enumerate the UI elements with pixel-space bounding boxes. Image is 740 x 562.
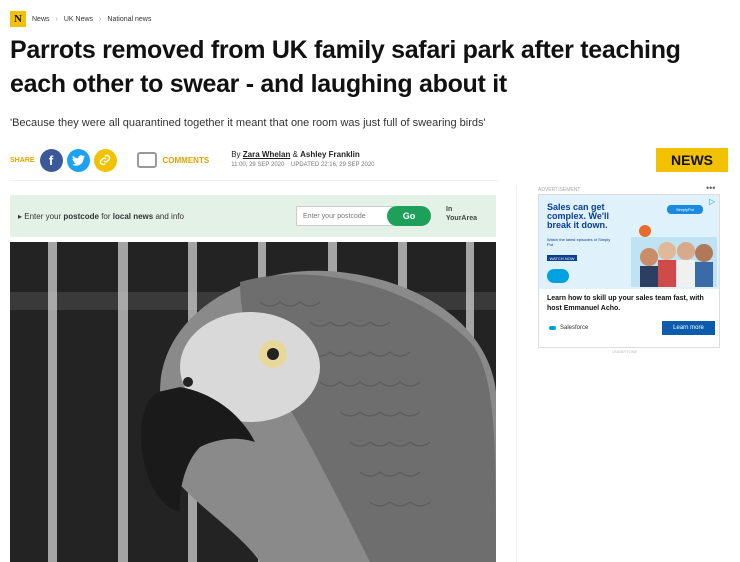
ad-headline: Sales can get complex. We'll break it do… [547,202,609,230]
facebook-share-button[interactable]: f [39,148,63,172]
yourarea-logo[interactable]: In YourArea [446,205,477,223]
comments-link[interactable]: COMMENTS [136,152,210,168]
ad-label: ADVERTISEMENT [538,187,581,193]
prompt-text: and info [155,211,184,221]
ad-watch-button[interactable]: WATCH NOW [547,255,577,261]
site-logo[interactable]: N [10,11,26,27]
ad-subtext: Watch the latest episodes of Simply Put [547,237,611,247]
yourarea-line2: YourArea [446,215,477,222]
article-standfirst: 'Because they were all quarantined toget… [10,117,486,129]
hero-image-parrot [10,242,496,562]
prompt-bold-postcode: postcode [63,211,99,221]
ad-brand-name: Salesforce [560,325,589,331]
published-time: 11:00, 29 SEP 2020 [231,162,285,168]
breadcrumb: N News › UK News › National news [10,11,151,27]
postcode-prompt: ▸ Enter your postcode for local news and… [18,212,184,221]
ad-banner: Sales can get complex. We'll break it do… [539,195,719,289]
twitter-icon [71,154,85,166]
ad-footer: UNDERTONE [612,349,638,354]
share-label: SHARE [10,156,35,164]
facebook-icon: f [48,152,54,168]
ad-learn-more-button[interactable]: Learn more [662,321,715,335]
divider [10,180,498,181]
more-options-icon[interactable]: ••• [706,183,715,193]
by-prefix: By [231,150,241,159]
postcode-input[interactable]: Enter your postcode [296,206,394,226]
breadcrumb-national-news[interactable]: National news [107,16,151,23]
article-headline: Parrots removed from UK family safari pa… [10,36,681,98]
ad-people-image [631,225,717,287]
breadcrumb-uk-news[interactable]: UK News [64,16,93,23]
author-name: Ashley Franklin [300,150,360,159]
postcode-bar: ▸ Enter your postcode for local news and… [10,195,496,237]
prompt-bold-local-news: local news [112,211,154,221]
ad-simply-badge: SimplyPut [667,205,703,214]
chevron-right-icon: › [99,15,102,23]
arrow-icon: ▸ [18,211,23,221]
ad-body-text: Learn how to skill up your sales team fa… [547,295,704,312]
salesforce-icon [549,326,556,330]
advertisement[interactable]: Sales can get complex. We'll break it do… [538,194,720,348]
author-separator: & [292,150,298,159]
column-divider [516,185,517,562]
author-link[interactable]: Zara Whelan [243,150,291,159]
chevron-right-icon: › [55,15,58,23]
twitter-share-button[interactable] [66,148,90,172]
go-button[interactable]: Go [387,206,431,226]
comments-label: COMMENTS [162,155,210,165]
salesforce-cloud-icon [547,269,569,283]
adchoices-icon[interactable]: ▷ [709,197,715,206]
comment-icon [136,152,157,168]
updated-time: UPDATED 22:16, 29 SEP 2020 [291,162,375,168]
parrot-illustration [10,242,496,562]
byline: By Zara Whelan & Ashley Franklin 11:00, … [231,149,374,171]
section-badge[interactable]: NEWS [656,148,728,172]
link-icon [99,154,111,166]
yourarea-line1: In [446,206,453,213]
copy-link-button[interactable] [93,148,117,172]
byline-row: SHARE f COMMENTS By Zara Whelan & Ashley… [10,146,728,174]
prompt-text: for [101,211,111,221]
breadcrumb-news[interactable]: News [32,16,50,23]
ad-brand: Salesforce [549,325,588,331]
prompt-text: Enter your [24,211,62,221]
